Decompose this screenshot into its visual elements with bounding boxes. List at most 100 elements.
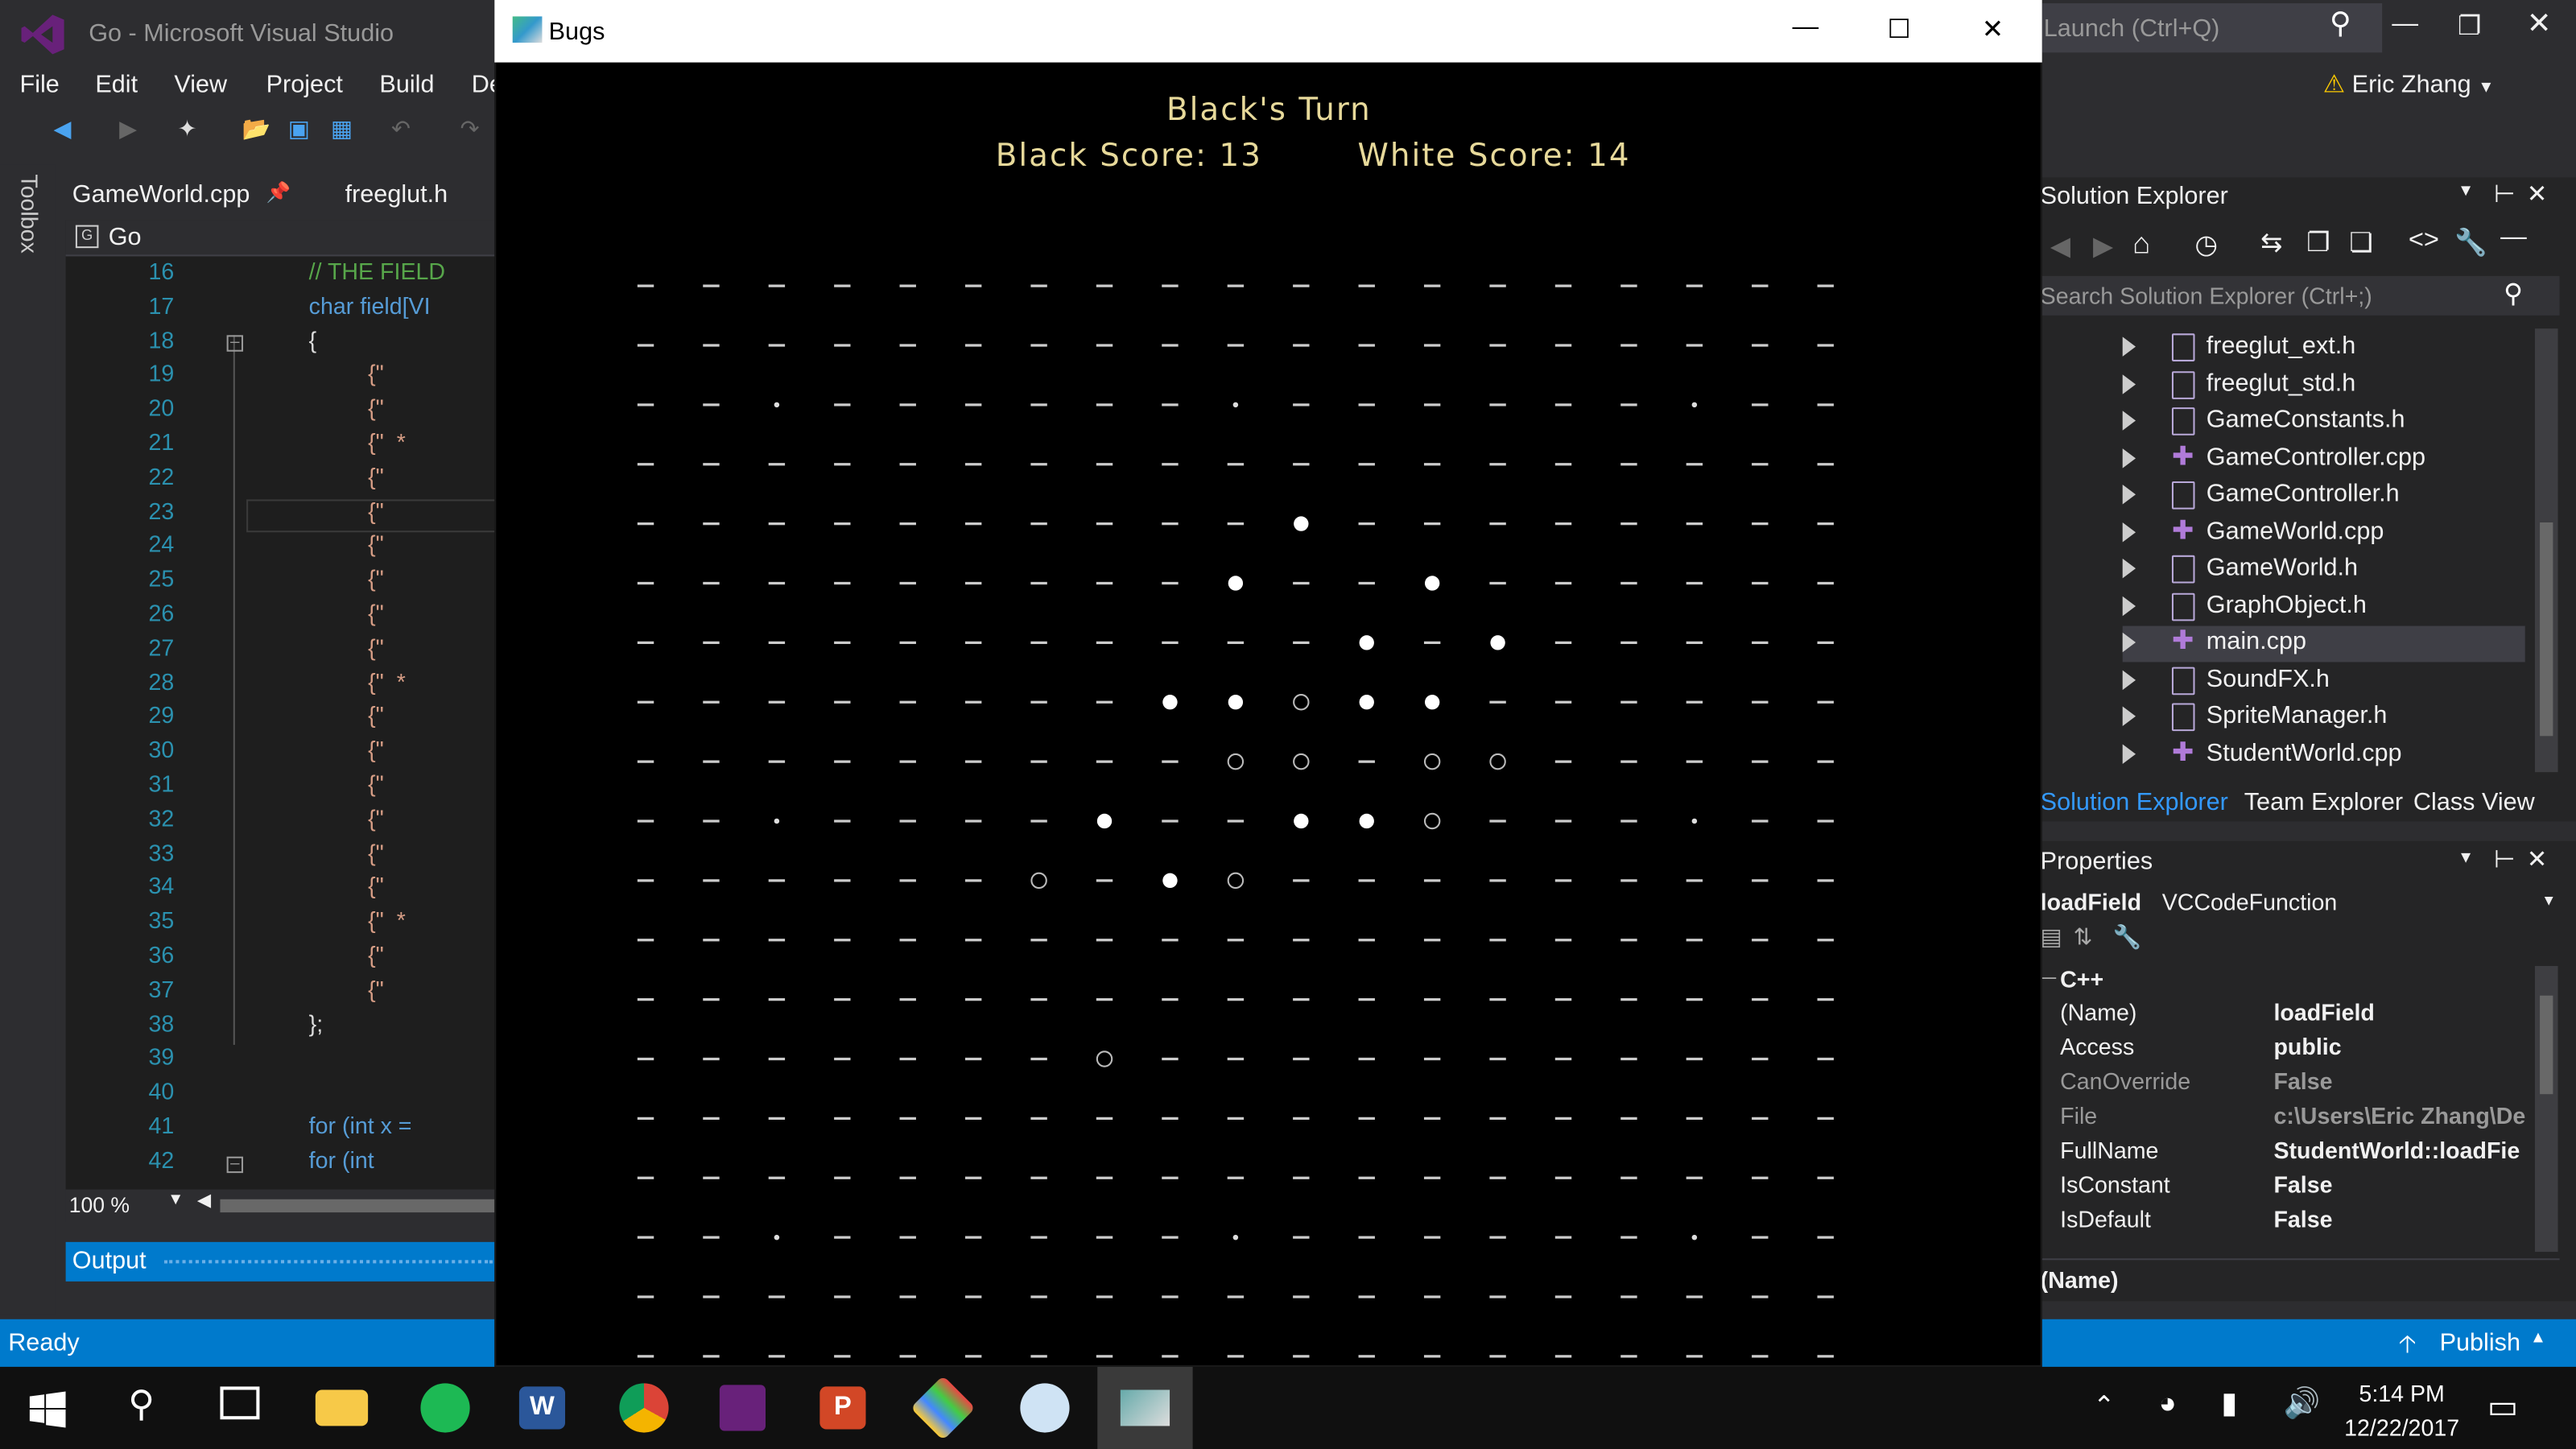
back-icon[interactable]: ◀ — [2050, 230, 2070, 263]
black-stone[interactable] — [1293, 753, 1310, 770]
save-icon[interactable]: ▣ — [283, 115, 316, 148]
code-view-icon[interactable]: <> — [2409, 227, 2439, 257]
search-icon[interactable]: ⚲ — [2504, 278, 2523, 311]
solution-file-item[interactable]: ✚ main.cpp — [2122, 625, 2525, 663]
star-point[interactable] — [1691, 1234, 1698, 1241]
paint-icon[interactable] — [1020, 1383, 1070, 1433]
spotify-icon[interactable] — [420, 1383, 470, 1433]
word-icon[interactable]: W — [518, 1386, 566, 1430]
menu-build[interactable]: Build — [379, 71, 434, 99]
scrollbar-thumb[interactable] — [2540, 995, 2553, 1095]
minimize-icon[interactable]: — — [1781, 13, 1830, 49]
save-all-icon[interactable]: ▦ — [325, 115, 358, 148]
expand-arrow-icon[interactable] — [2122, 485, 2136, 505]
show-all-files-icon[interactable]: ❏ — [2349, 227, 2372, 260]
white-stone[interactable] — [1359, 695, 1374, 710]
go-board[interactable] — [626, 270, 1852, 1367]
white-stone[interactable] — [1424, 695, 1440, 710]
tab-gameworld-cpp[interactable]: GameWorld.cpp — [72, 180, 250, 208]
close-icon[interactable]: ✕ — [1968, 13, 2017, 49]
properties-scrollbar[interactable] — [2534, 965, 2558, 1253]
chevron-down-icon[interactable]: ▼ — [2458, 183, 2474, 200]
tab-class-view[interactable]: Class View — [2413, 789, 2535, 817]
property-row[interactable]: File c:\Users\Eric Zhang\De — [2060, 1102, 2537, 1137]
zoom-level[interactable]: 100 % — [69, 1193, 130, 1218]
expand-arrow-icon[interactable] — [2122, 743, 2136, 763]
scrollbar-thumb[interactable] — [2540, 522, 2553, 737]
properties-wrench-icon[interactable]: 🔧 — [2454, 227, 2487, 260]
search-icon[interactable]: ⚲ — [2330, 6, 2351, 41]
publish-button[interactable]: Publish — [2440, 1329, 2520, 1357]
restore-icon[interactable]: ❐ — [2458, 10, 2481, 43]
toolbox-tab[interactable]: Toolbox — [16, 174, 43, 254]
menu-file[interactable]: File — [19, 71, 59, 99]
redo-icon[interactable]: ↷ — [453, 115, 486, 148]
expand-arrow-icon[interactable] — [2122, 558, 2136, 579]
solution-search-input[interactable]: Search Solution Explorer (Ctrl+;) ⚲ — [2037, 275, 2560, 316]
chevron-down-icon[interactable]: ▼ — [2541, 892, 2556, 908]
expand-arrow-icon[interactable] — [2122, 706, 2136, 727]
property-row[interactable]: FullName StudentWorld::loadFie — [2060, 1137, 2537, 1171]
alphabetical-icon[interactable]: ⇅ — [2073, 923, 2092, 952]
solution-file-item[interactable]: freeglut_ext.h — [2122, 330, 2525, 366]
black-stone[interactable] — [1227, 753, 1245, 770]
bugs-taskbar-button[interactable] — [1097, 1366, 1193, 1449]
solution-file-item[interactable]: ✚ GameController.cpp — [2122, 441, 2525, 477]
white-stone[interactable] — [1228, 576, 1244, 591]
horizontal-scrollbar[interactable] — [220, 1199, 497, 1213]
pin-icon[interactable]: 📌 — [266, 180, 291, 204]
white-stone[interactable] — [1162, 695, 1178, 710]
wifi-icon[interactable]: ◕ — [2159, 1386, 2177, 1421]
tab-freeglut-h[interactable]: freeglut.h — [345, 180, 448, 208]
forward-icon[interactable]: ▶ — [112, 115, 145, 148]
expand-arrow-icon[interactable] — [2122, 336, 2136, 357]
white-stone[interactable] — [1359, 813, 1374, 829]
black-stone[interactable] — [1096, 1051, 1113, 1067]
home-icon[interactable]: ⌂ — [2132, 227, 2150, 262]
chevron-down-icon[interactable]: ▼ — [2478, 79, 2494, 97]
property-row[interactable]: CanOverride False — [2060, 1068, 2537, 1103]
visual-studio-icon[interactable] — [719, 1385, 766, 1431]
solution-file-item[interactable]: ✚ StudentWorld.cpp — [2122, 737, 2525, 773]
black-stone[interactable] — [1489, 753, 1506, 770]
menu-edit[interactable]: Edit — [95, 71, 138, 99]
properties-object-selector[interactable]: loadField VCCodeFunction ▼ — [2037, 887, 2560, 920]
property-pages-icon[interactable]: 🔧 — [2112, 923, 2141, 952]
tab-team-explorer[interactable]: Team Explorer — [2244, 789, 2403, 817]
categorized-icon[interactable]: ▤ — [2041, 923, 2062, 952]
star-point[interactable] — [1232, 1234, 1239, 1241]
chevron-up-icon[interactable]: ⌃ — [2093, 1390, 2115, 1423]
white-stone[interactable] — [1294, 516, 1309, 531]
undo-icon[interactable]: ↶ — [385, 115, 418, 148]
search-icon[interactable]: ⚲ — [128, 1383, 155, 1426]
white-stone[interactable] — [1228, 695, 1244, 710]
expand-arrow-icon[interactable] — [2122, 669, 2136, 690]
solution-scrollbar[interactable] — [2534, 328, 2558, 773]
new-project-icon[interactable]: ✦ — [171, 115, 204, 148]
git-icon[interactable] — [910, 1375, 976, 1441]
solution-file-item[interactable]: ✚ GameWorld.cpp — [2122, 515, 2525, 551]
menu-project[interactable]: Project — [266, 71, 343, 99]
pin-icon[interactable]: ⊢ — [2494, 844, 2516, 874]
chrome-icon[interactable] — [619, 1383, 669, 1433]
menu-view[interactable]: View — [174, 71, 227, 99]
white-stone[interactable] — [1294, 813, 1309, 829]
battery-icon[interactable]: ▮ — [2221, 1386, 2237, 1421]
solution-file-item[interactable]: freeglut_std.h — [2122, 367, 2525, 403]
solution-file-item[interactable]: SpriteManager.h — [2122, 700, 2525, 736]
black-stone[interactable] — [1423, 812, 1441, 830]
powerpoint-icon[interactable]: P — [819, 1386, 866, 1430]
task-view-icon[interactable] — [220, 1386, 260, 1420]
solution-file-item[interactable]: GameConstants.h — [2122, 404, 2525, 440]
preview-icon[interactable]: — — [2500, 224, 2527, 254]
windows-start-icon[interactable] — [29, 1391, 66, 1428]
expand-arrow-icon[interactable] — [2122, 374, 2136, 394]
chevron-down-icon[interactable]: ▼ — [167, 1191, 184, 1209]
expand-arrow-icon[interactable] — [2122, 411, 2136, 431]
close-icon[interactable]: ✕ — [2527, 6, 2552, 41]
collapse-icon[interactable]: – — [226, 1156, 244, 1174]
black-stone[interactable] — [1227, 872, 1245, 890]
white-stone[interactable] — [1490, 635, 1505, 650]
solution-file-item[interactable]: GameWorld.h — [2122, 552, 2525, 588]
notifications-icon[interactable]: ▭ — [2487, 1386, 2519, 1427]
